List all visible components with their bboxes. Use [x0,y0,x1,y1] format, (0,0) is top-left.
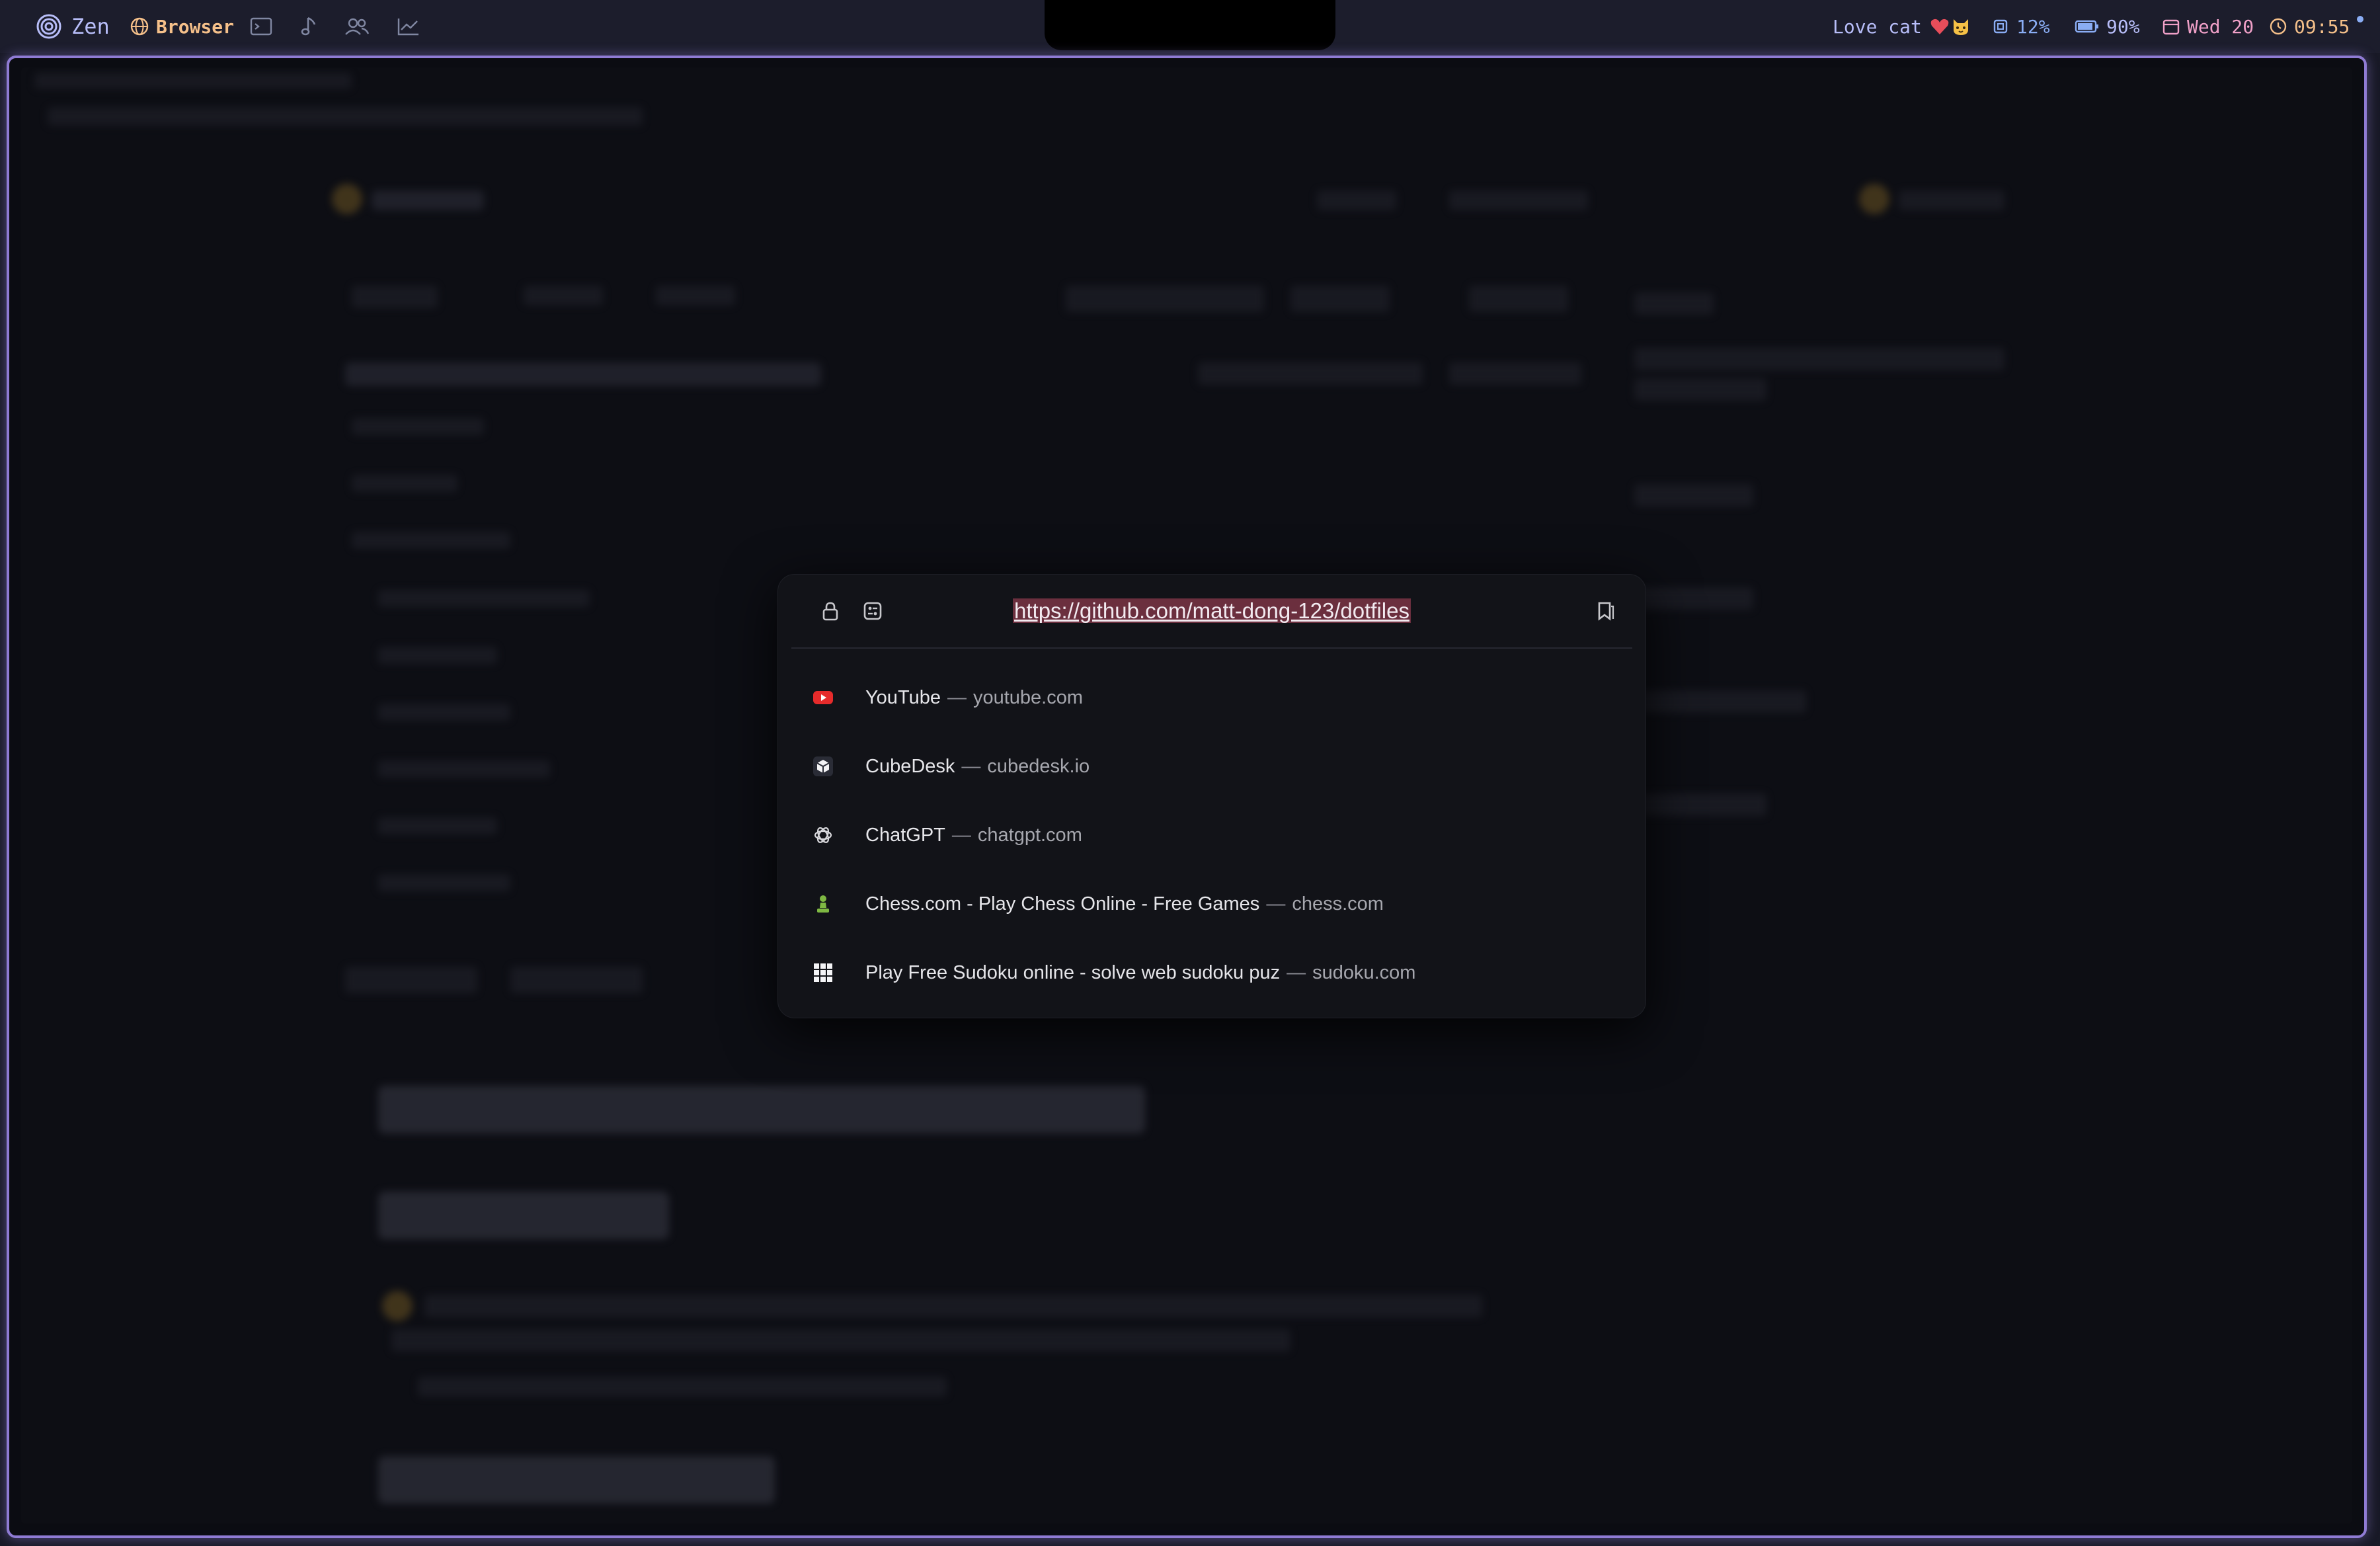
suggestion-row[interactable]: ChatGPT — chatgpt.com [791,801,1632,870]
suggestion-title: ChatGPT [865,825,945,846]
youtube-icon [813,687,834,708]
suggestion-title: Play Free Sudoku online - solve web sudo… [865,962,1281,983]
browser-content: https://github.com/matt-dong-123/dotfile… [21,67,2352,1524]
camera-notch [1045,0,1335,50]
browser-window: https://github.com/matt-dong-123/dotfile… [7,56,2367,1538]
people-icon [344,17,370,36]
sudoku-grid-icon [813,962,834,983]
separator-dash: — [947,687,967,708]
app-name: Browser [156,15,235,38]
bookmark-icon[interactable] [1594,600,1616,622]
status-text: Love cat [1833,15,1922,38]
workspace-indicator[interactable]: Zen [36,0,110,53]
chart-icon [397,17,420,36]
cubedesk-icon [813,756,834,777]
chess-pawn-icon [813,893,834,915]
suggestion-domain: youtube.com [972,687,1084,708]
suggestion-domain: chess.com [1292,893,1384,915]
stats-app[interactable] [397,0,420,53]
separator-dash: — [1266,893,1286,915]
chatgpt-icon [813,825,834,846]
date-value: Wed 20 [2187,15,2254,38]
cpu-value: 12% [2016,15,2050,38]
suggestion-title: YouTube [865,687,941,708]
heart-icon [1930,17,1950,36]
url-bar[interactable]: https://github.com/matt-dong-123/dotfile… [791,575,1632,647]
divider [791,647,1632,649]
notification-dot-icon [2356,15,2364,23]
suggestion-title: Chess.com - Play Chess Online - Free Gam… [865,893,1260,915]
app-browser[interactable]: Browser [130,0,234,53]
music-app[interactable] [300,0,317,53]
terminal-app[interactable] [250,0,272,53]
url-selected-text: https://github.com/matt-dong-123/dotfile… [1013,598,1411,623]
time-value: 09:55 [2294,15,2350,38]
battery-icon [2075,19,2100,34]
url-bar-dropdown: https://github.com/matt-dong-123/dotfile… [777,574,1646,1018]
suggestion-row[interactable]: YouTube — youtube.com [791,663,1632,732]
suggestion-domain: sudoku.com [1312,962,1416,983]
music-note-icon [300,15,317,38]
terminal-icon [250,17,272,36]
cat-face-icon [1951,17,1971,36]
suggestion-domain: cubedesk.io [987,756,1090,777]
calendar-icon [2162,17,2180,36]
separator-dash: — [951,825,971,846]
contacts-app[interactable] [344,0,370,53]
separator-dash: — [961,756,981,777]
url-input[interactable]: https://github.com/matt-dong-123/dotfile… [791,596,1632,626]
suggestion-row[interactable]: Chess.com - Play Chess Online - Free Gam… [791,870,1632,938]
system-menu-bar: Zen Browser Love cat 12% 90% Wed 20 09:5… [0,0,2380,53]
battery-indicator[interactable]: 90% [2075,0,2140,53]
battery-value: 90% [2106,15,2140,38]
zen-logo-icon [36,13,62,40]
cpu-icon [1991,17,2010,36]
suggestion-row[interactable]: CubeDesk — cubedesk.io [791,732,1632,801]
suggestion-title: CubeDesk [865,756,955,777]
cpu-indicator[interactable]: 12% [1991,0,2050,53]
suggestion-domain: chatgpt.com [977,825,1082,846]
status-text-item: Love cat [1833,0,1971,53]
separator-dash: — [1287,962,1306,983]
clock-icon [2269,17,2287,36]
workspace-name: Zen [71,14,110,39]
clock-indicator[interactable]: 09:55 [2269,0,2364,53]
date-indicator[interactable]: Wed 20 [2162,0,2254,53]
suggestion-row[interactable]: Play Free Sudoku online - solve web sudo… [791,938,1632,1007]
globe-icon [130,17,149,36]
